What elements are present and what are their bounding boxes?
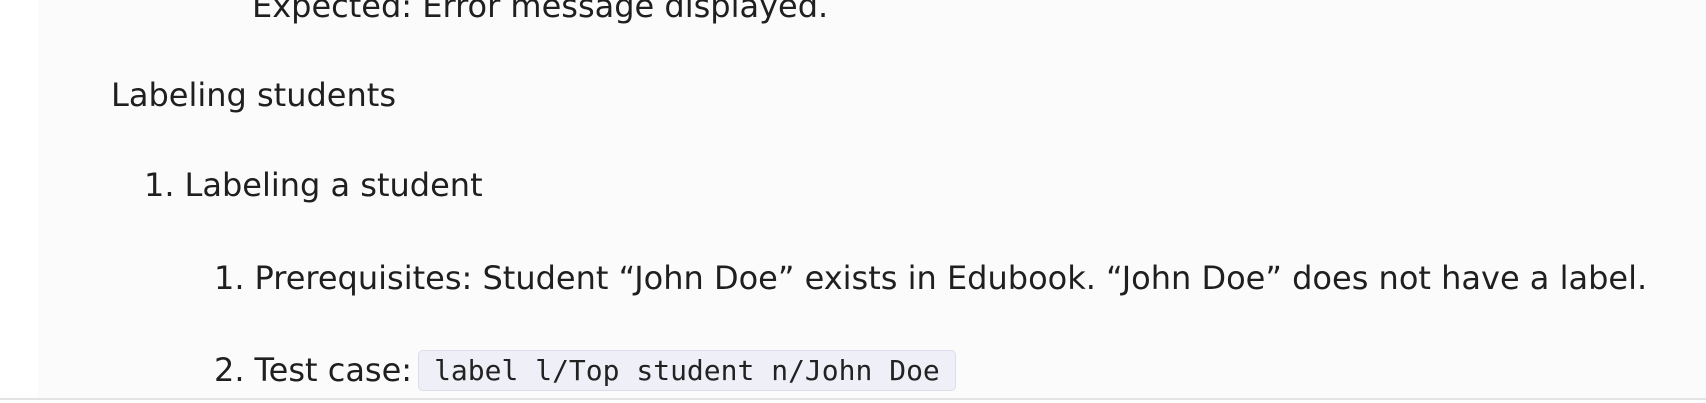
document-page: Expected: Error message displayed. Label…: [38, 0, 1706, 398]
bottom-divider: [0, 398, 1706, 400]
section-heading: Labeling students: [111, 76, 396, 114]
list-number: 1.: [214, 259, 245, 297]
list-item: 1. Prerequisites: Student “John Doe” exis…: [214, 258, 1647, 298]
list-item: 2. Test case: label l/Top student n/John D…: [214, 350, 956, 392]
list-number: 2.: [214, 351, 245, 389]
prerequisites-text: Prerequisites: Student “John Doe” exists…: [254, 259, 1648, 297]
list-number: 1.: [144, 166, 175, 204]
test-case-label: Test case:: [254, 351, 413, 389]
list-item-text: Labeling a student: [184, 166, 483, 204]
test-case-code: label l/Top student n/John Doe: [418, 350, 956, 391]
list-item: 1. Labeling a student: [144, 165, 483, 205]
expected-result-text: Expected: Error message displayed.: [252, 0, 829, 25]
